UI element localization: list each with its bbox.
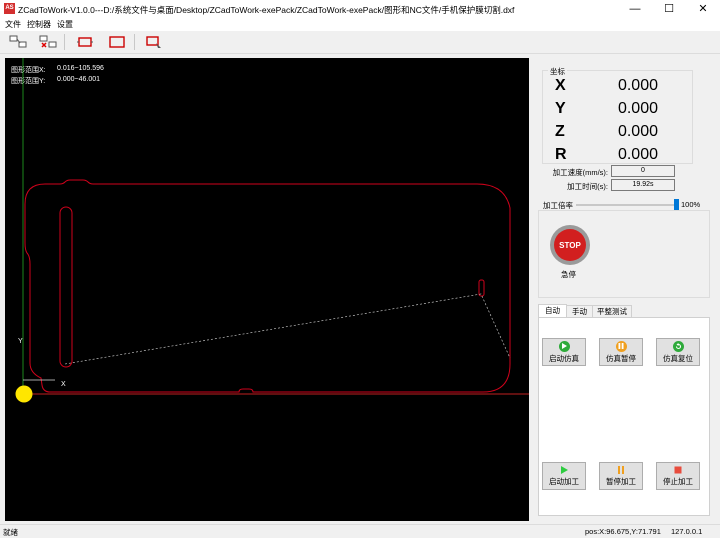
pause-work-button[interactable]: 暂停加工 bbox=[599, 462, 643, 490]
speed-value: 0 bbox=[611, 165, 675, 177]
title-bar: AS ZCadToWork-V1.0.0---D:/系统文件与桌面/Deskto… bbox=[0, 0, 720, 18]
toolbar-separator bbox=[134, 34, 135, 50]
select-frame-icon[interactable] bbox=[143, 33, 165, 51]
time-label: 加工时间(s): bbox=[567, 182, 608, 191]
speed-label: 加工速度(mm/s): bbox=[552, 168, 608, 177]
auto-tab-panel: 启动仿真 仿真暂停 仿真复位 启动加工 暂停加工 停止加工 bbox=[538, 317, 710, 516]
disconnect-computers-icon[interactable] bbox=[37, 33, 59, 51]
axis-z-letter: Z bbox=[555, 123, 565, 140]
window-title: ZCadToWork-V1.0.0---D:/系统文件与桌面/Desktop/Z… bbox=[18, 5, 515, 15]
reset-icon bbox=[672, 340, 684, 352]
pause-sim-button[interactable]: 仿真暂停 bbox=[599, 338, 643, 366]
camera-slot bbox=[59, 206, 73, 368]
time-value: 19.92s bbox=[611, 179, 675, 191]
maximize-button[interactable]: ☐ bbox=[652, 0, 686, 18]
cut-path bbox=[64, 293, 511, 365]
pause-sim-label: 仿真暂停 bbox=[606, 353, 636, 363]
pause-work-label: 暂停加工 bbox=[606, 477, 636, 486]
stop-work-button[interactable]: 停止加工 bbox=[656, 462, 700, 490]
axis-x-letter: X bbox=[555, 77, 566, 94]
stop-icon: STOP bbox=[554, 229, 586, 261]
axis-z-value: 0.000 bbox=[617, 123, 658, 140]
phone-outline bbox=[24, 179, 511, 393]
coordinates-group: 坐标 X 0.000 Y 0.000 Z 0.000 R 0.000 bbox=[542, 66, 693, 164]
play-icon bbox=[558, 340, 570, 352]
rate-value: 100% bbox=[681, 200, 701, 209]
axis-y-label: Y bbox=[18, 338, 23, 345]
toolbar bbox=[0, 31, 720, 54]
menu-file[interactable]: 文件 bbox=[5, 19, 21, 30]
toolbar-separator bbox=[64, 34, 65, 50]
axis-x-label: X bbox=[61, 381, 66, 388]
pause-work-icon bbox=[618, 466, 624, 474]
pause-icon bbox=[615, 340, 627, 352]
minimize-button[interactable]: — bbox=[618, 0, 652, 18]
side-button-slot bbox=[478, 279, 485, 297]
drawing-canvas[interactable]: 图形范围X: 0.016~105.596 图形范围Y: 0.000~46.001… bbox=[5, 58, 529, 521]
menu-bar: 文件 控制器 设置 bbox=[0, 18, 720, 31]
origin-marker bbox=[15, 385, 33, 403]
reset-sim-button[interactable]: 仿真复位 bbox=[656, 338, 700, 366]
axis-x-value: 0.000 bbox=[617, 77, 658, 94]
status-position: pos:X:96.675,Y:71.791 bbox=[585, 527, 661, 536]
reset-sim-label: 仿真复位 bbox=[663, 353, 693, 363]
coordinates-title: 坐标 bbox=[548, 66, 567, 77]
tab-auto[interactable]: 自动 bbox=[538, 304, 567, 318]
estop-button[interactable]: STOP bbox=[550, 225, 590, 265]
rate-slider-track[interactable] bbox=[576, 204, 679, 206]
close-button[interactable]: ✕ bbox=[686, 0, 720, 18]
start-work-label: 启动加工 bbox=[549, 477, 579, 486]
start-sim-label: 启动仿真 bbox=[549, 353, 579, 363]
stop-work-icon bbox=[674, 466, 682, 474]
menu-controller[interactable]: 控制器 bbox=[27, 19, 51, 30]
estop-label: 急停 bbox=[561, 270, 576, 279]
start-sim-button[interactable]: 启动仿真 bbox=[542, 338, 586, 366]
menu-settings[interactable]: 设置 bbox=[57, 19, 73, 30]
axis-y-letter: Y bbox=[555, 100, 566, 117]
axis-y-value: 0.000 bbox=[617, 100, 658, 117]
frame-icon[interactable] bbox=[106, 33, 128, 51]
app-icon: AS bbox=[4, 3, 15, 14]
status-bar: 就绪 pos:X:96.675,Y:71.791 127.0.0.1 bbox=[0, 524, 720, 538]
axis-r-value: 0.000 bbox=[617, 146, 658, 163]
start-work-button[interactable]: 启动加工 bbox=[542, 462, 586, 490]
estop-group: STOP 急停 bbox=[538, 210, 710, 298]
connect-computers-icon[interactable] bbox=[7, 33, 29, 51]
stop-work-label: 停止加工 bbox=[663, 477, 693, 486]
fit-red-frame-icon[interactable] bbox=[74, 33, 96, 51]
rate-slider-thumb[interactable] bbox=[674, 199, 679, 210]
start-work-icon bbox=[561, 466, 568, 474]
drawing-svg bbox=[15, 58, 529, 403]
status-ready: 就绪 bbox=[3, 528, 18, 537]
axis-r-letter: R bbox=[555, 146, 567, 163]
status-version: 127.0.0.1 bbox=[671, 527, 703, 536]
